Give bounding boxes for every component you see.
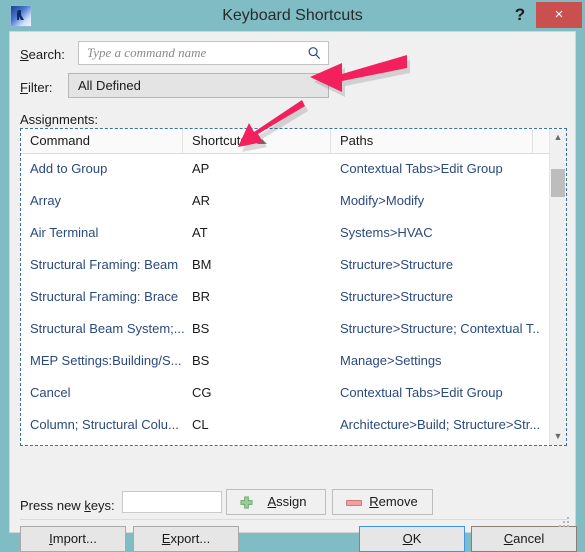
press-new-keys-input[interactable] xyxy=(122,491,222,513)
cancel-button[interactable]: Cancel xyxy=(471,526,577,552)
scrollbar-thumb[interactable] xyxy=(551,169,565,197)
press-new-keys-label: Press new keys: xyxy=(20,498,115,513)
assignments-label: Assignments: xyxy=(20,112,99,127)
cell-shortcut: CG xyxy=(192,385,212,400)
cell-shortcut: AR xyxy=(192,193,211,208)
column-header-shortcuts[interactable]: Shortcuts xyxy=(183,129,331,153)
title-bar: Keyboard Shortcuts ? × xyxy=(0,0,585,31)
filter-value: All Defined xyxy=(78,78,141,93)
vertical-scrollbar[interactable]: ▲ ▼ xyxy=(549,129,566,445)
cell-shortcut: AT xyxy=(192,225,208,240)
ok-button[interactable]: OK xyxy=(359,526,465,552)
cell-command: Cancel xyxy=(30,385,71,400)
cell-path: Contextual Tabs>Edit Group xyxy=(340,385,503,400)
cell-path: Structure>Structure xyxy=(340,257,454,272)
search-icon[interactable] xyxy=(307,46,322,61)
cell-shortcut: BS xyxy=(192,353,210,368)
table-row[interactable]: MEP Settings:Building/S... BS Manage>Set… xyxy=(21,345,549,377)
export-button[interactable]: Export... xyxy=(133,526,239,552)
filter-label: Filter: xyxy=(20,80,53,95)
cell-path: Contextual Tabs>Edit Group xyxy=(340,161,503,176)
chevron-down-icon[interactable]: ▼ xyxy=(550,428,566,445)
cell-path: Systems>HVAC xyxy=(340,225,433,240)
cell-command: Add to Group xyxy=(30,161,108,176)
filter-select[interactable]: All Defined xyxy=(68,73,329,98)
table-row[interactable]: Structural Framing: Brace BR Structure>S… xyxy=(21,281,549,313)
search-input[interactable]: Type a command name xyxy=(78,41,329,65)
cell-path: Structure>Structure xyxy=(340,289,454,304)
column-header-shortcuts-label: Shortcuts xyxy=(192,133,247,148)
cell-command: MEP Settings:Building/S... xyxy=(30,353,182,368)
cell-shortcut: BS xyxy=(192,321,210,336)
cell-path: Structure>Structure; Contextual T... xyxy=(340,321,540,336)
window-title: Keyboard Shortcuts xyxy=(222,7,363,24)
cell-path: Manage>Settings xyxy=(340,353,442,368)
cell-command: Structural Framing: Brace xyxy=(30,289,179,304)
cell-command: Structural Framing: Beam xyxy=(30,257,179,272)
table-row[interactable]: Array AR Modify>Modify xyxy=(21,185,549,217)
table-header-row: Command Shortcuts Paths xyxy=(21,129,566,154)
assign-button-label: Assign xyxy=(267,494,307,509)
table-row[interactable]: Cancel CG Contextual Tabs>Edit Group xyxy=(21,377,549,409)
table-row[interactable]: Add to Group AP Contextual Tabs>Edit Gro… xyxy=(21,153,549,185)
assignments-table: Command Shortcuts Paths Add to Group AP … xyxy=(20,128,567,446)
help-button[interactable]: ? xyxy=(505,0,535,29)
remove-button[interactable]: Remove xyxy=(332,489,433,515)
dialog-body: Search: Type a command name Filter: All … xyxy=(9,31,577,552)
remove-button-label: Remove xyxy=(369,494,418,509)
column-header-command[interactable]: Command xyxy=(21,129,183,153)
close-button[interactable]: × xyxy=(536,2,582,28)
column-header-paths[interactable]: Paths xyxy=(331,129,533,153)
table-row[interactable]: Air Terminal AT Systems>HVAC xyxy=(21,217,549,249)
table-rows: Add to Group AP Contextual Tabs>Edit Gro… xyxy=(21,153,549,445)
keyboard-shortcuts-dialog: Keyboard Shortcuts ? × Search: Type a co… xyxy=(0,0,585,552)
search-label: Search: xyxy=(20,47,65,62)
assign-button[interactable]: Assign xyxy=(226,489,326,515)
search-placeholder: Type a command name xyxy=(87,45,207,60)
resize-grip[interactable] xyxy=(558,516,570,528)
cell-command: Air Terminal xyxy=(30,225,99,240)
cell-shortcut: BM xyxy=(192,257,212,272)
cell-path: Modify>Modify xyxy=(340,193,425,208)
cell-path: Architecture>Build; Structure>Str... xyxy=(340,417,540,432)
table-row[interactable]: Column; Structural Colu... CL Architectu… xyxy=(21,409,549,441)
import-button[interactable]: Import... xyxy=(20,526,126,552)
cell-command: Array xyxy=(30,193,62,208)
cell-command: Structural Beam System;... xyxy=(30,321,185,336)
cell-shortcut: AP xyxy=(192,161,210,176)
cell-shortcut: CL xyxy=(192,417,209,432)
table-row[interactable]: Structural Beam System;... BS Structure>… xyxy=(21,313,549,345)
cell-shortcut: BR xyxy=(192,289,211,304)
sort-ascending-icon xyxy=(256,139,267,145)
chevron-up-icon[interactable]: ▲ xyxy=(550,129,566,146)
table-row[interactable]: Structural Framing: Beam BM Structure>St… xyxy=(21,249,549,281)
footer-divider xyxy=(20,519,567,520)
cell-command: Column; Structural Colu... xyxy=(30,417,179,432)
